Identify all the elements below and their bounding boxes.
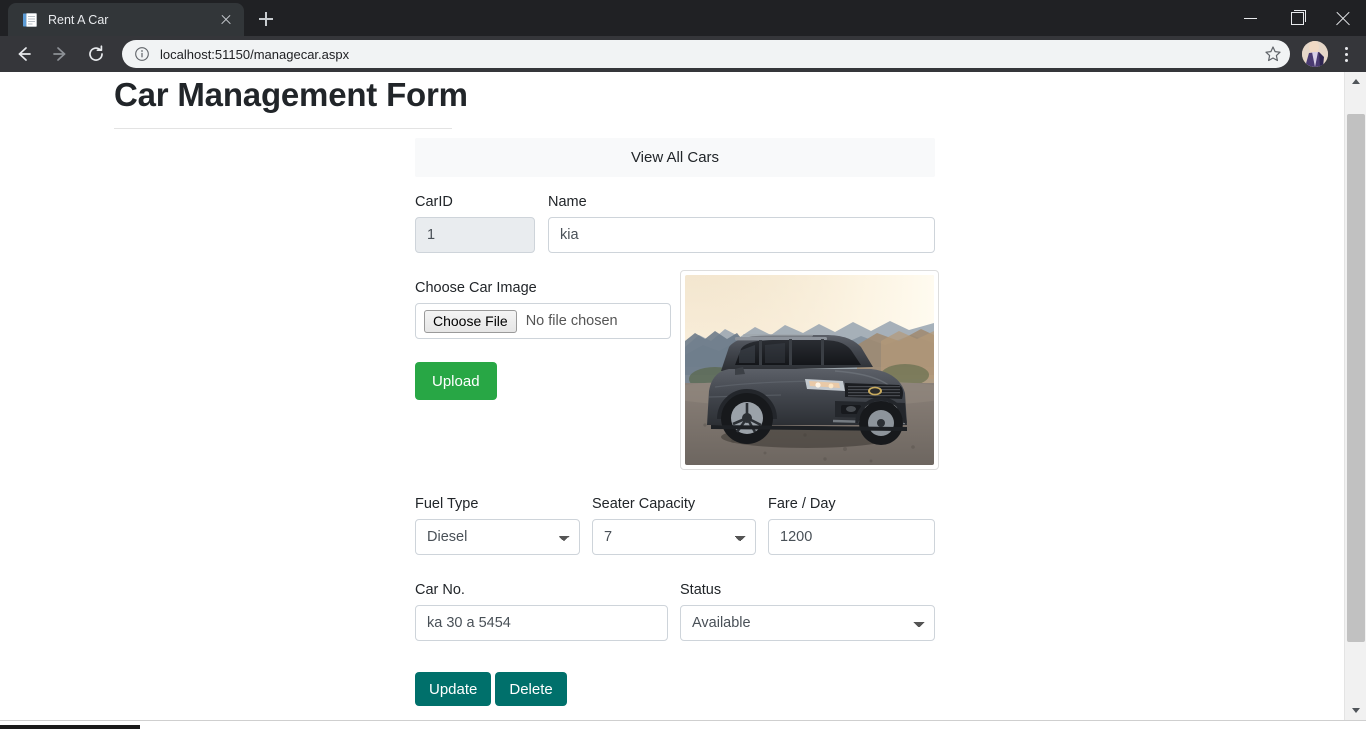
address-bar[interactable]: localhost:51150/managecar.aspx bbox=[122, 40, 1290, 68]
fuel-type-label: Fuel Type bbox=[415, 496, 479, 512]
seater-capacity-label: Seater Capacity bbox=[592, 496, 696, 512]
reload-icon[interactable] bbox=[80, 38, 112, 70]
fuel-type-group: Fuel Type DieselPetrolElectricCNG bbox=[415, 496, 580, 556]
tab-strip: Rent A Car bbox=[0, 0, 1366, 36]
view-all-cars-button[interactable]: View All Cars bbox=[415, 138, 935, 177]
address-bar-url: localhost:51150/managecar.aspx bbox=[160, 46, 350, 62]
name-input[interactable] bbox=[548, 217, 935, 254]
car-image-preview: LB64 DBF bbox=[680, 270, 939, 470]
seater-capacity-group: Seater Capacity 4578 bbox=[592, 496, 756, 556]
choose-image-group: Choose Car Image Choose File No file cho… bbox=[415, 280, 671, 401]
seater-capacity-select[interactable]: 4578 bbox=[592, 519, 756, 556]
browser-tab[interactable]: Rent A Car bbox=[8, 3, 244, 36]
plus-icon[interactable] bbox=[252, 5, 280, 33]
arrow-right-icon[interactable] bbox=[44, 38, 76, 70]
choose-file-button[interactable]: Choose File bbox=[424, 309, 517, 334]
close-icon[interactable] bbox=[1320, 0, 1366, 36]
fare-per-day-label: Fare / Day bbox=[768, 496, 836, 512]
page-content: Car Management Form View All Cars CarID … bbox=[0, 72, 1344, 720]
scroll-up-arrow-icon[interactable] bbox=[1345, 72, 1366, 91]
file-status-text: No file chosen bbox=[525, 313, 618, 330]
avatar-icon[interactable] bbox=[1302, 41, 1328, 67]
fuel-type-select[interactable]: DieselPetrolElectricCNG bbox=[415, 519, 580, 556]
arrow-left-icon[interactable] bbox=[8, 38, 40, 70]
document-icon bbox=[22, 12, 38, 28]
status-select[interactable]: AvailableNot AvailableBooked bbox=[680, 605, 935, 642]
car-id-field-group: CarID bbox=[415, 194, 535, 254]
form-row-image: Choose Car Image Choose File No file cho… bbox=[415, 270, 940, 470]
form-row-registration: Car No. Status AvailableNot AvailableBoo… bbox=[415, 582, 935, 642]
status-group: Status AvailableNot AvailableBooked bbox=[680, 582, 935, 642]
update-button[interactable]: Update bbox=[415, 672, 492, 706]
scrollbar-thumb[interactable] bbox=[1347, 114, 1365, 642]
delete-button[interactable]: Delete bbox=[495, 672, 567, 706]
upload-button[interactable]: Upload bbox=[415, 362, 497, 401]
browser-toolbar: localhost:51150/managecar.aspx bbox=[0, 36, 1366, 72]
form-row-identity: CarID Name bbox=[415, 194, 935, 254]
three-dots-vertical-icon[interactable] bbox=[1332, 38, 1360, 70]
name-label: Name bbox=[548, 194, 587, 210]
name-field-group: Name bbox=[548, 194, 935, 254]
close-icon[interactable] bbox=[216, 10, 236, 30]
file-input[interactable]: Choose File No file chosen bbox=[415, 303, 671, 340]
car-id-input[interactable] bbox=[415, 217, 535, 254]
form-actions: Update Delete bbox=[415, 672, 567, 706]
title-divider bbox=[114, 128, 452, 129]
scroll-down-arrow-icon[interactable] bbox=[1345, 701, 1366, 720]
page-viewport: Car Management Form View All Cars CarID … bbox=[0, 72, 1366, 720]
vertical-scrollbar[interactable] bbox=[1344, 72, 1366, 720]
maximize-icon[interactable] bbox=[1274, 0, 1320, 36]
car-photo-icon: LB64 DBF bbox=[685, 275, 934, 465]
choose-image-label: Choose Car Image bbox=[415, 280, 537, 296]
info-circle-icon[interactable] bbox=[134, 46, 150, 62]
form-row-specs: Fuel Type DieselPetrolElectricCNG Seater… bbox=[415, 496, 935, 556]
fare-per-day-input[interactable] bbox=[768, 519, 935, 556]
star-icon[interactable] bbox=[1260, 41, 1286, 67]
window-controls bbox=[1228, 0, 1366, 36]
taskbar-edge bbox=[0, 725, 140, 729]
browser-window: Rent A Car localhost:51150/managecar.asp… bbox=[0, 0, 1366, 729]
page-title: Car Management Form bbox=[114, 76, 468, 113]
minimize-icon[interactable] bbox=[1228, 0, 1274, 36]
window-bottom-edge bbox=[0, 720, 1366, 729]
car-no-label: Car No. bbox=[415, 582, 465, 598]
status-label: Status bbox=[680, 582, 722, 598]
car-no-input[interactable] bbox=[415, 605, 668, 642]
car-no-group: Car No. bbox=[415, 582, 668, 642]
tab-title: Rent A Car bbox=[48, 12, 109, 27]
car-id-label: CarID bbox=[415, 194, 453, 210]
car-management-form: View All Cars CarID Name Choose Car bbox=[415, 138, 939, 706]
fare-per-day-group: Fare / Day bbox=[768, 496, 935, 556]
